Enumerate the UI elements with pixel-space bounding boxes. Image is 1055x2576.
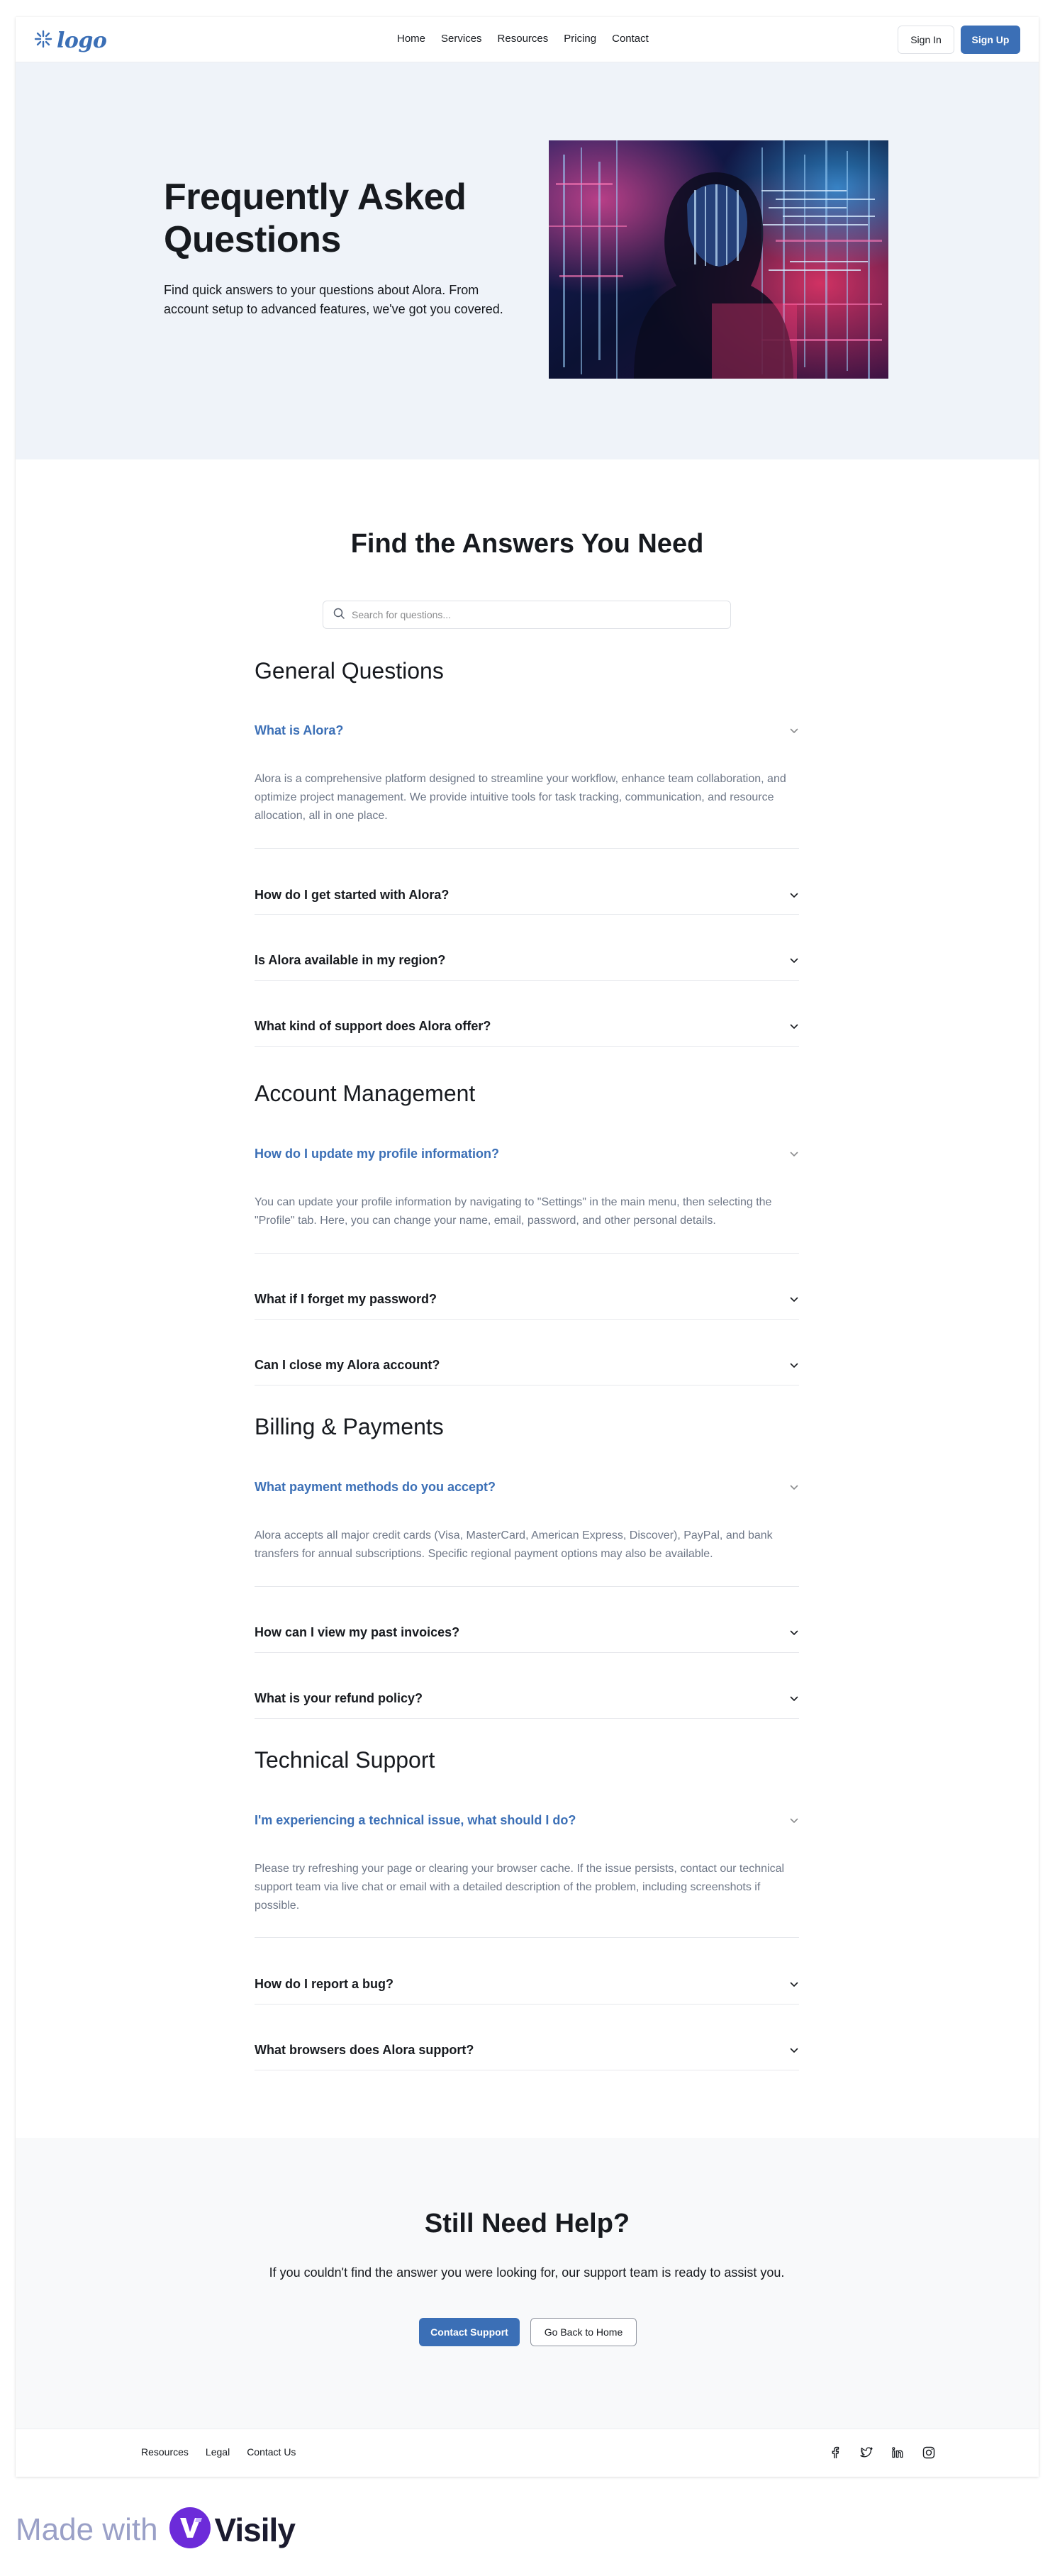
faq-question-text: What is Alora? — [255, 723, 344, 737]
visily-text: Visily — [214, 2511, 296, 2548]
faq-question[interactable]: What payment methods do you accept? — [255, 1480, 799, 1495]
faq-question-text: What kind of support does Alora offer? — [255, 1019, 491, 1033]
instagram-icon[interactable] — [921, 2445, 937, 2460]
go-back-home-button[interactable]: Go Back to Home — [530, 2318, 637, 2346]
sign-up-button[interactable]: Sign Up — [961, 26, 1020, 54]
faq-question[interactable]: How do I get started with Alora? — [255, 888, 799, 903]
chevron-down-icon[interactable] — [789, 956, 799, 966]
social-icons — [827, 2445, 937, 2460]
faq-question[interactable]: What browsers does Alora support? — [255, 2043, 799, 2058]
faq-question-text: I'm experiencing a technical issue, what… — [255, 1813, 576, 1827]
footer: Resources Legal Contact Us — [16, 2429, 1039, 2477]
search-bar[interactable] — [323, 601, 731, 629]
faq-question-text: What payment methods do you accept? — [255, 1480, 496, 1494]
chevron-down-icon[interactable] — [789, 2046, 799, 2056]
chevron-down-icon[interactable] — [789, 891, 799, 901]
faq-question[interactable]: How can I view my past invoices? — [255, 1625, 799, 1640]
footer-links: Resources Legal Contact Us — [141, 2446, 296, 2458]
section-heading-billing: Billing & Payments — [255, 1414, 444, 1439]
logo-icon — [34, 30, 52, 52]
search-icon — [333, 608, 345, 623]
faq-answer: Alora is a comprehensive platform design… — [255, 773, 786, 822]
chevron-down-icon[interactable] — [789, 1022, 799, 1032]
faq-question[interactable]: How do I report a bug? — [255, 1977, 799, 1992]
hero-subtitle: Find quick answers to your questions abo… — [164, 283, 503, 316]
footer-link-contact[interactable]: Contact Us — [247, 2446, 296, 2458]
chevron-down-icon[interactable] — [789, 1295, 799, 1305]
faq-question-text: Is Alora available in my region? — [255, 953, 446, 967]
faq-question-text: How do I report a bug? — [255, 1977, 393, 1991]
chevron-down-icon[interactable] — [789, 1694, 799, 1704]
chevron-down-icon[interactable] — [789, 1483, 799, 1493]
divider — [255, 1718, 799, 1719]
search-input[interactable] — [352, 609, 720, 620]
faq-answer: Please try refreshing your page or clear… — [255, 1863, 785, 1912]
faq-question[interactable]: Is Alora available in my region? — [255, 953, 799, 968]
footer-link-legal[interactable]: Legal — [206, 2446, 230, 2458]
divider — [255, 2004, 799, 2005]
chevron-down-icon[interactable] — [789, 1980, 799, 1990]
footer-link-resources[interactable]: Resources — [141, 2446, 189, 2458]
divider — [255, 1046, 799, 1047]
faq-question-text: What is your refund policy? — [255, 1691, 423, 1705]
divider — [255, 1652, 799, 1653]
nav-contact[interactable]: Contact — [612, 33, 649, 45]
faq-question[interactable]: What kind of support does Alora offer? — [255, 1019, 799, 1034]
chevron-down-icon[interactable] — [789, 1628, 799, 1638]
divider — [255, 914, 799, 915]
divider — [255, 848, 799, 849]
faq-question[interactable]: Can I close my Alora account? — [255, 1358, 799, 1373]
chevron-down-icon[interactable] — [789, 1816, 799, 1826]
faq-question-text: How do I update my profile information? — [255, 1147, 499, 1161]
help-subtitle: If you couldn't find the answer you were… — [269, 2265, 785, 2280]
section-heading-account: Account Management — [255, 1081, 476, 1106]
faq-question-text: How do I get started with Alora? — [255, 888, 450, 902]
faq-question-text: Can I close my Alora account? — [255, 1358, 440, 1372]
sign-in-button[interactable]: Sign In — [898, 26, 954, 54]
divider — [255, 1253, 799, 1254]
help-title: Still Need Help? — [424, 2209, 630, 2238]
logo-text: logo — [57, 28, 107, 53]
section-heading-general: General Questions — [255, 658, 444, 684]
faq-question-text: What browsers does Alora support? — [255, 2043, 474, 2057]
nav-home[interactable]: Home — [397, 33, 425, 45]
made-with-badge[interactable]: Made with Visily — [16, 2506, 296, 2553]
top-header: logo Home Services Resources Pricing Con… — [16, 17, 1039, 62]
section-heading-technical: Technical Support — [255, 1747, 435, 1773]
twitter-icon[interactable] — [859, 2445, 874, 2460]
divider — [255, 1586, 799, 1587]
main-nav: Home Services Resources Pricing Contact — [397, 33, 649, 45]
logo[interactable]: logo — [34, 28, 107, 53]
faq-answer: You can update your profile information … — [255, 1196, 772, 1227]
nav-services[interactable]: Services — [441, 33, 482, 45]
made-with-text: Made with — [16, 2511, 158, 2547]
linkedin-icon[interactable] — [890, 2445, 905, 2460]
visily-brand: Visily — [168, 2506, 296, 2553]
faq-answer: Alora accepts all major credit cards (Vi… — [255, 1529, 773, 1560]
faq-question-text: What if I forget my password? — [255, 1292, 437, 1306]
chevron-down-icon[interactable] — [789, 1149, 799, 1159]
hero-title: Frequently Asked Questions — [164, 177, 467, 260]
faq-title: Find the Answers You Need — [350, 529, 704, 559]
faq-question[interactable]: I'm experiencing a technical issue, what… — [255, 1813, 799, 1828]
hero-section: Frequently Asked Questions Find quick an… — [16, 62, 1039, 459]
faq-question-text: How can I view my past invoices? — [255, 1625, 460, 1639]
nav-resources[interactable]: Resources — [498, 33, 549, 45]
contact-support-button[interactable]: Contact Support — [419, 2318, 520, 2346]
divider — [255, 980, 799, 981]
nav-pricing[interactable]: Pricing — [564, 33, 596, 45]
faq-question[interactable]: What if I forget my password? — [255, 1292, 799, 1307]
help-section: Still Need Help? If you couldn't find th… — [16, 2138, 1039, 2429]
chevron-down-icon[interactable] — [789, 1361, 799, 1371]
facebook-icon[interactable] — [827, 2445, 843, 2460]
chevron-down-icon[interactable] — [789, 726, 799, 736]
faq-question[interactable]: What is Alora? — [255, 723, 799, 738]
divider — [255, 1319, 799, 1320]
page-frame: logo Home Services Resources Pricing Con… — [16, 17, 1039, 2477]
faq-question[interactable]: How do I update my profile information? — [255, 1147, 799, 1161]
hero-image — [549, 140, 888, 379]
faq-question[interactable]: What is your refund policy? — [255, 1691, 799, 1706]
visily-logo-icon — [168, 2506, 212, 2553]
divider — [255, 1937, 799, 1938]
